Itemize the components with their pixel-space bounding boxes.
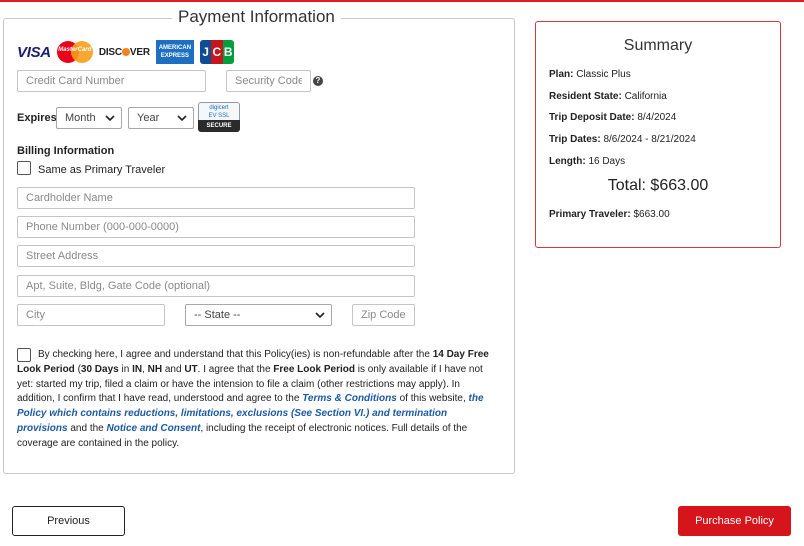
expiry-year-select[interactable]: Year [128,107,194,129]
agreement-text: By checking here, I agree and understand… [17,349,489,449]
summary-length: Length: 16 Days [549,156,626,167]
accepted-cards: VISA MasterCard DISC VER AMERICAN EXPRESS… [17,39,234,65]
jcb-logo: J C B [199,40,234,64]
street-address-input[interactable] [17,245,415,267]
city-input[interactable] [17,304,165,326]
billing-heading: Billing Information [17,145,115,157]
summary-total: Total: $663.00 [607,177,709,194]
discover-logo: DISC VER [98,46,150,58]
expiry-month-select[interactable]: Month [56,107,122,129]
summary-primary-traveler: Primary Traveler: $663.00 [549,209,670,220]
same-as-primary-label: Same as Primary Traveler [38,164,166,176]
security-code-input[interactable] [226,70,311,92]
help-icon[interactable]: ? [313,76,323,86]
summary-panel: Summary Plan: Classic Plus Resident Stat… [535,21,781,248]
summary-trip-dates: Trip Dates: 8/6/2024 - 8/21/2024 [549,134,696,145]
phone-number-input[interactable] [17,216,415,238]
chevron-down-icon [177,115,187,122]
expires-label: Expires [17,112,57,124]
zip-code-input[interactable] [352,304,415,326]
amex-logo: AMERICAN EXPRESS [155,40,194,64]
digicert-secure-badge: digicert EV SSL SECURE [198,102,240,132]
top-accent-bar [0,0,804,2]
terms-conditions-link[interactable]: Terms & Conditions [302,393,397,404]
apt-suite-input[interactable] [17,275,415,297]
payment-legend: Payment Information [172,7,341,27]
purchase-policy-button[interactable]: Purchase Policy [678,506,791,536]
state-select[interactable]: -- State -- [185,304,332,326]
visa-logo: VISA [17,43,51,61]
cardholder-name-input[interactable] [17,187,415,209]
chevron-down-icon [315,312,325,319]
notice-consent-link[interactable]: Notice and Consent [107,423,201,434]
summary-title: Summary [623,37,693,54]
same-as-primary-checkbox[interactable] [17,161,31,175]
summary-resident-state: Resident State: California [549,91,667,102]
mastercard-logo: MasterCard [56,41,93,63]
summary-plan: Plan: Classic Plus [549,69,631,80]
card-number-input[interactable] [17,70,206,92]
summary-deposit-date: Trip Deposit Date: 8/4/2024 [549,112,677,123]
previous-button[interactable]: Previous [12,506,125,536]
chevron-down-icon [105,115,115,122]
